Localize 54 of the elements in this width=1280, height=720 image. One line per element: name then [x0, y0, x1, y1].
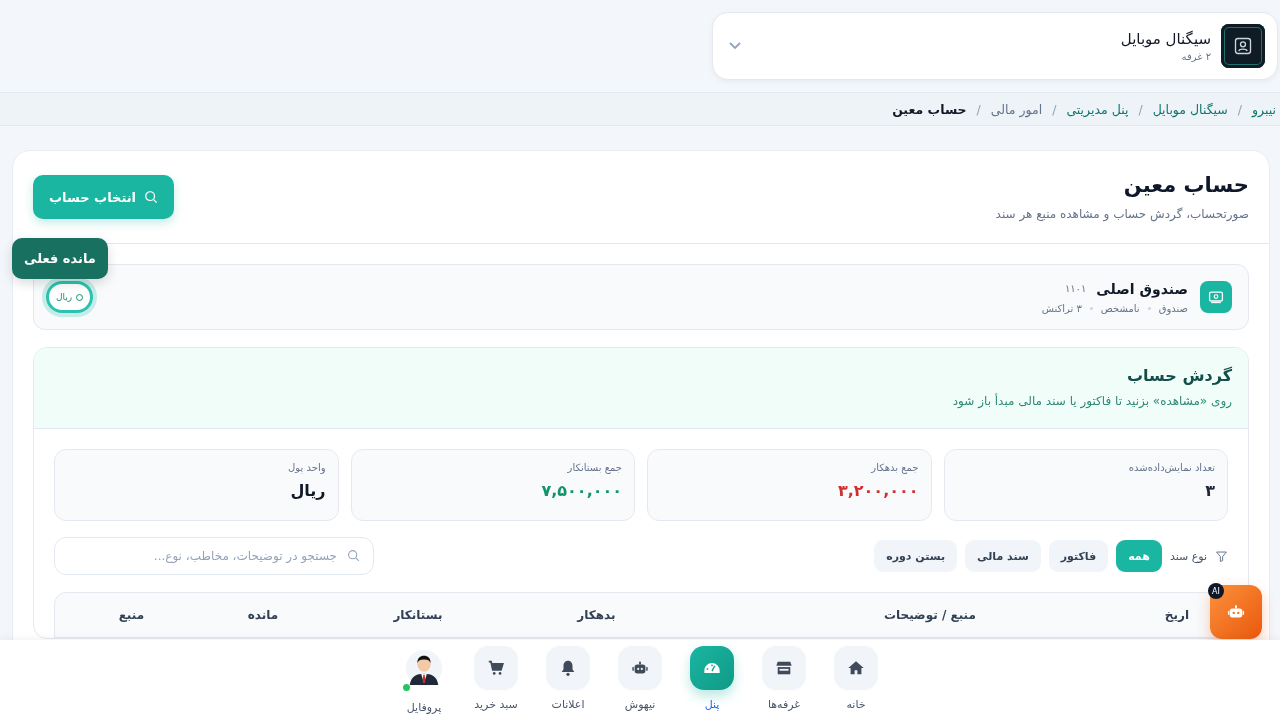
stat-label: جمع بدهکار: [869, 462, 919, 473]
breadcrumb-separator: /: [976, 101, 981, 117]
page-title: حساب معین: [1122, 173, 1249, 197]
filter-label: نوع سند: [1169, 549, 1207, 563]
search-icon: [144, 190, 159, 204]
account-meta: نامشخص: [1100, 302, 1140, 314]
balance-badge: ریال: [46, 281, 94, 313]
filter-chip[interactable]: فاکتور: [1048, 540, 1109, 572]
search-icon: [347, 549, 360, 562]
stat-label: واحد پول: [287, 462, 326, 473]
account-code: ۱۱۰۱: [1064, 283, 1087, 294]
breadcrumb-item: امور مالی: [990, 101, 1043, 117]
filter-chip[interactable]: بستن دوره: [874, 540, 958, 572]
ai-assistant-button[interactable]: [1210, 585, 1262, 639]
breadcrumb-link[interactable]: سیگنال موبایل: [1152, 101, 1228, 117]
breadcrumb-separator: /: [1052, 101, 1057, 117]
account-meta: صندوق: [1158, 302, 1188, 314]
column-header: بستانکار: [392, 608, 444, 622]
column-header: مانده: [246, 608, 280, 622]
breadcrumb-separator: /: [1237, 101, 1243, 117]
stat-value: ریال: [289, 481, 326, 500]
balance-tooltip: مانده فعلی: [12, 238, 108, 279]
breadcrumb-link[interactable]: نیبرو: [1252, 101, 1276, 117]
home-icon: [847, 659, 865, 677]
search-field[interactable]: جستجو در توضیحات، مخاطب، نوع...: [54, 537, 374, 575]
section-title: گردش حساب: [1126, 366, 1232, 385]
breadcrumb-separator: /: [1138, 101, 1143, 117]
store-room-count: ۲ غرفه: [1180, 51, 1211, 62]
stat-value: ۳: [1204, 481, 1215, 500]
stat-value: ۷,۵۰۰,۰۰۰: [540, 481, 622, 500]
store-name: سیگنال موبایل: [1119, 30, 1211, 48]
stat-label: تعداد نمایش‌داده‌شده: [1127, 462, 1215, 473]
breadcrumb-link[interactable]: پنل مدیریتی: [1066, 101, 1129, 117]
chevron-down-icon: [729, 42, 741, 50]
bell-icon: [559, 659, 577, 677]
breadcrumb-current: حساب معین: [892, 101, 967, 117]
stat-label: جمع بستانکار: [566, 462, 622, 473]
account-name: صندوق اصلی: [1096, 280, 1188, 297]
nav-tab[interactable]: پروفایل: [401, 646, 447, 720]
column-header: بدهکار: [575, 608, 617, 622]
section-hint: روی «مشاهده» بزنید تا فاکتور یا سند مالی مبدأ باز شود: [951, 394, 1232, 408]
store-selector[interactable]: سیگنال موبایل ۲ غرفه: [712, 12, 1278, 80]
stat-value: ۳,۲۰۰,۰۰۰: [837, 481, 919, 500]
account-meta: ۳ تراکنش: [1041, 302, 1082, 314]
filter-icon: [1215, 549, 1228, 563]
page-subtitle: صورتحساب، گردش حساب و مشاهده منبع هر سند: [995, 207, 1249, 221]
store-logo-icon: [1221, 24, 1265, 68]
cash-icon: [1200, 281, 1232, 313]
store-icon: [775, 659, 793, 677]
column-header: منبع / توضیحات: [883, 608, 977, 622]
column-header: اریخ: [1164, 608, 1189, 622]
cart-icon: [487, 659, 505, 677]
column-header: منبع: [117, 608, 146, 622]
filter-chip[interactable]: سند مالی: [965, 540, 1041, 572]
